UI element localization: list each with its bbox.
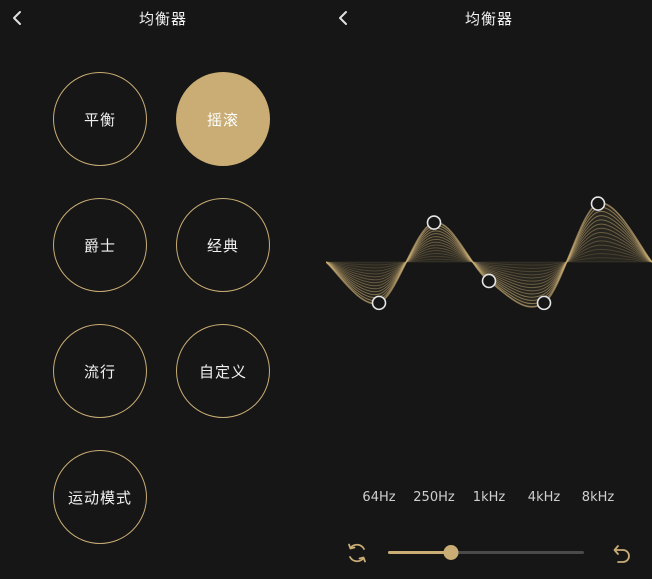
preset-classic[interactable]: 经典 xyxy=(176,198,270,292)
preset-label: 摇滚 xyxy=(206,110,239,129)
preset-balance[interactable]: 平衡 xyxy=(53,72,147,166)
slider-thumb[interactable] xyxy=(443,545,459,560)
undo-icon[interactable] xyxy=(608,540,634,566)
band-handle-8kHz[interactable] xyxy=(590,196,606,211)
band-handle-1kHz[interactable] xyxy=(481,273,497,289)
header: 均衡器 xyxy=(0,0,326,36)
curve-panel: 均衡器 64Hz 250Hz 1kHz 4kHz 8kHz xyxy=(326,0,652,579)
bottom-controls xyxy=(326,535,652,571)
preset-label: 经典 xyxy=(206,236,239,255)
band-handle-64Hz[interactable] xyxy=(371,295,387,311)
header: 均衡器 xyxy=(326,0,652,36)
preset-label: 爵士 xyxy=(83,236,116,255)
preset-jazz[interactable]: 爵士 xyxy=(53,198,147,292)
refresh-icon[interactable] xyxy=(344,540,370,566)
band-handle-4kHz[interactable] xyxy=(536,295,552,311)
preset-custom[interactable]: 自定义 xyxy=(176,324,270,418)
preset-panel: 均衡器 平衡 摇滚 爵士 经典 流行 自定义 运动模式 xyxy=(0,0,326,579)
frequency-label: 8kHz xyxy=(581,490,615,505)
preset-rock[interactable]: 摇滚 xyxy=(176,72,270,166)
frequency-label: 4kHz xyxy=(527,490,561,505)
frequency-label: 64Hz xyxy=(362,490,396,505)
slider-fill xyxy=(388,551,451,554)
equalizer-app: 均衡器 平衡 摇滚 爵士 经典 流行 自定义 运动模式 均衡器 64Hz 250… xyxy=(0,0,652,579)
preset-pop[interactable]: 流行 xyxy=(53,324,147,418)
preset-label: 运动模式 xyxy=(67,488,132,507)
preset-label: 自定义 xyxy=(198,362,247,381)
page-title: 均衡器 xyxy=(464,10,513,28)
band-handle-250Hz[interactable] xyxy=(426,215,442,230)
page-title: 均衡器 xyxy=(138,10,187,28)
eq-curve-graph[interactable] xyxy=(326,180,652,380)
frequency-label: 1kHz xyxy=(472,490,506,505)
preset-label: 流行 xyxy=(83,362,116,381)
frequency-label: 250Hz xyxy=(413,490,455,505)
intensity-slider[interactable] xyxy=(388,545,584,560)
frequency-labels: 64Hz 250Hz 1kHz 4kHz 8kHz xyxy=(326,490,652,510)
preset-label: 平衡 xyxy=(83,110,116,129)
preset-sport[interactable]: 运动模式 xyxy=(53,450,147,544)
